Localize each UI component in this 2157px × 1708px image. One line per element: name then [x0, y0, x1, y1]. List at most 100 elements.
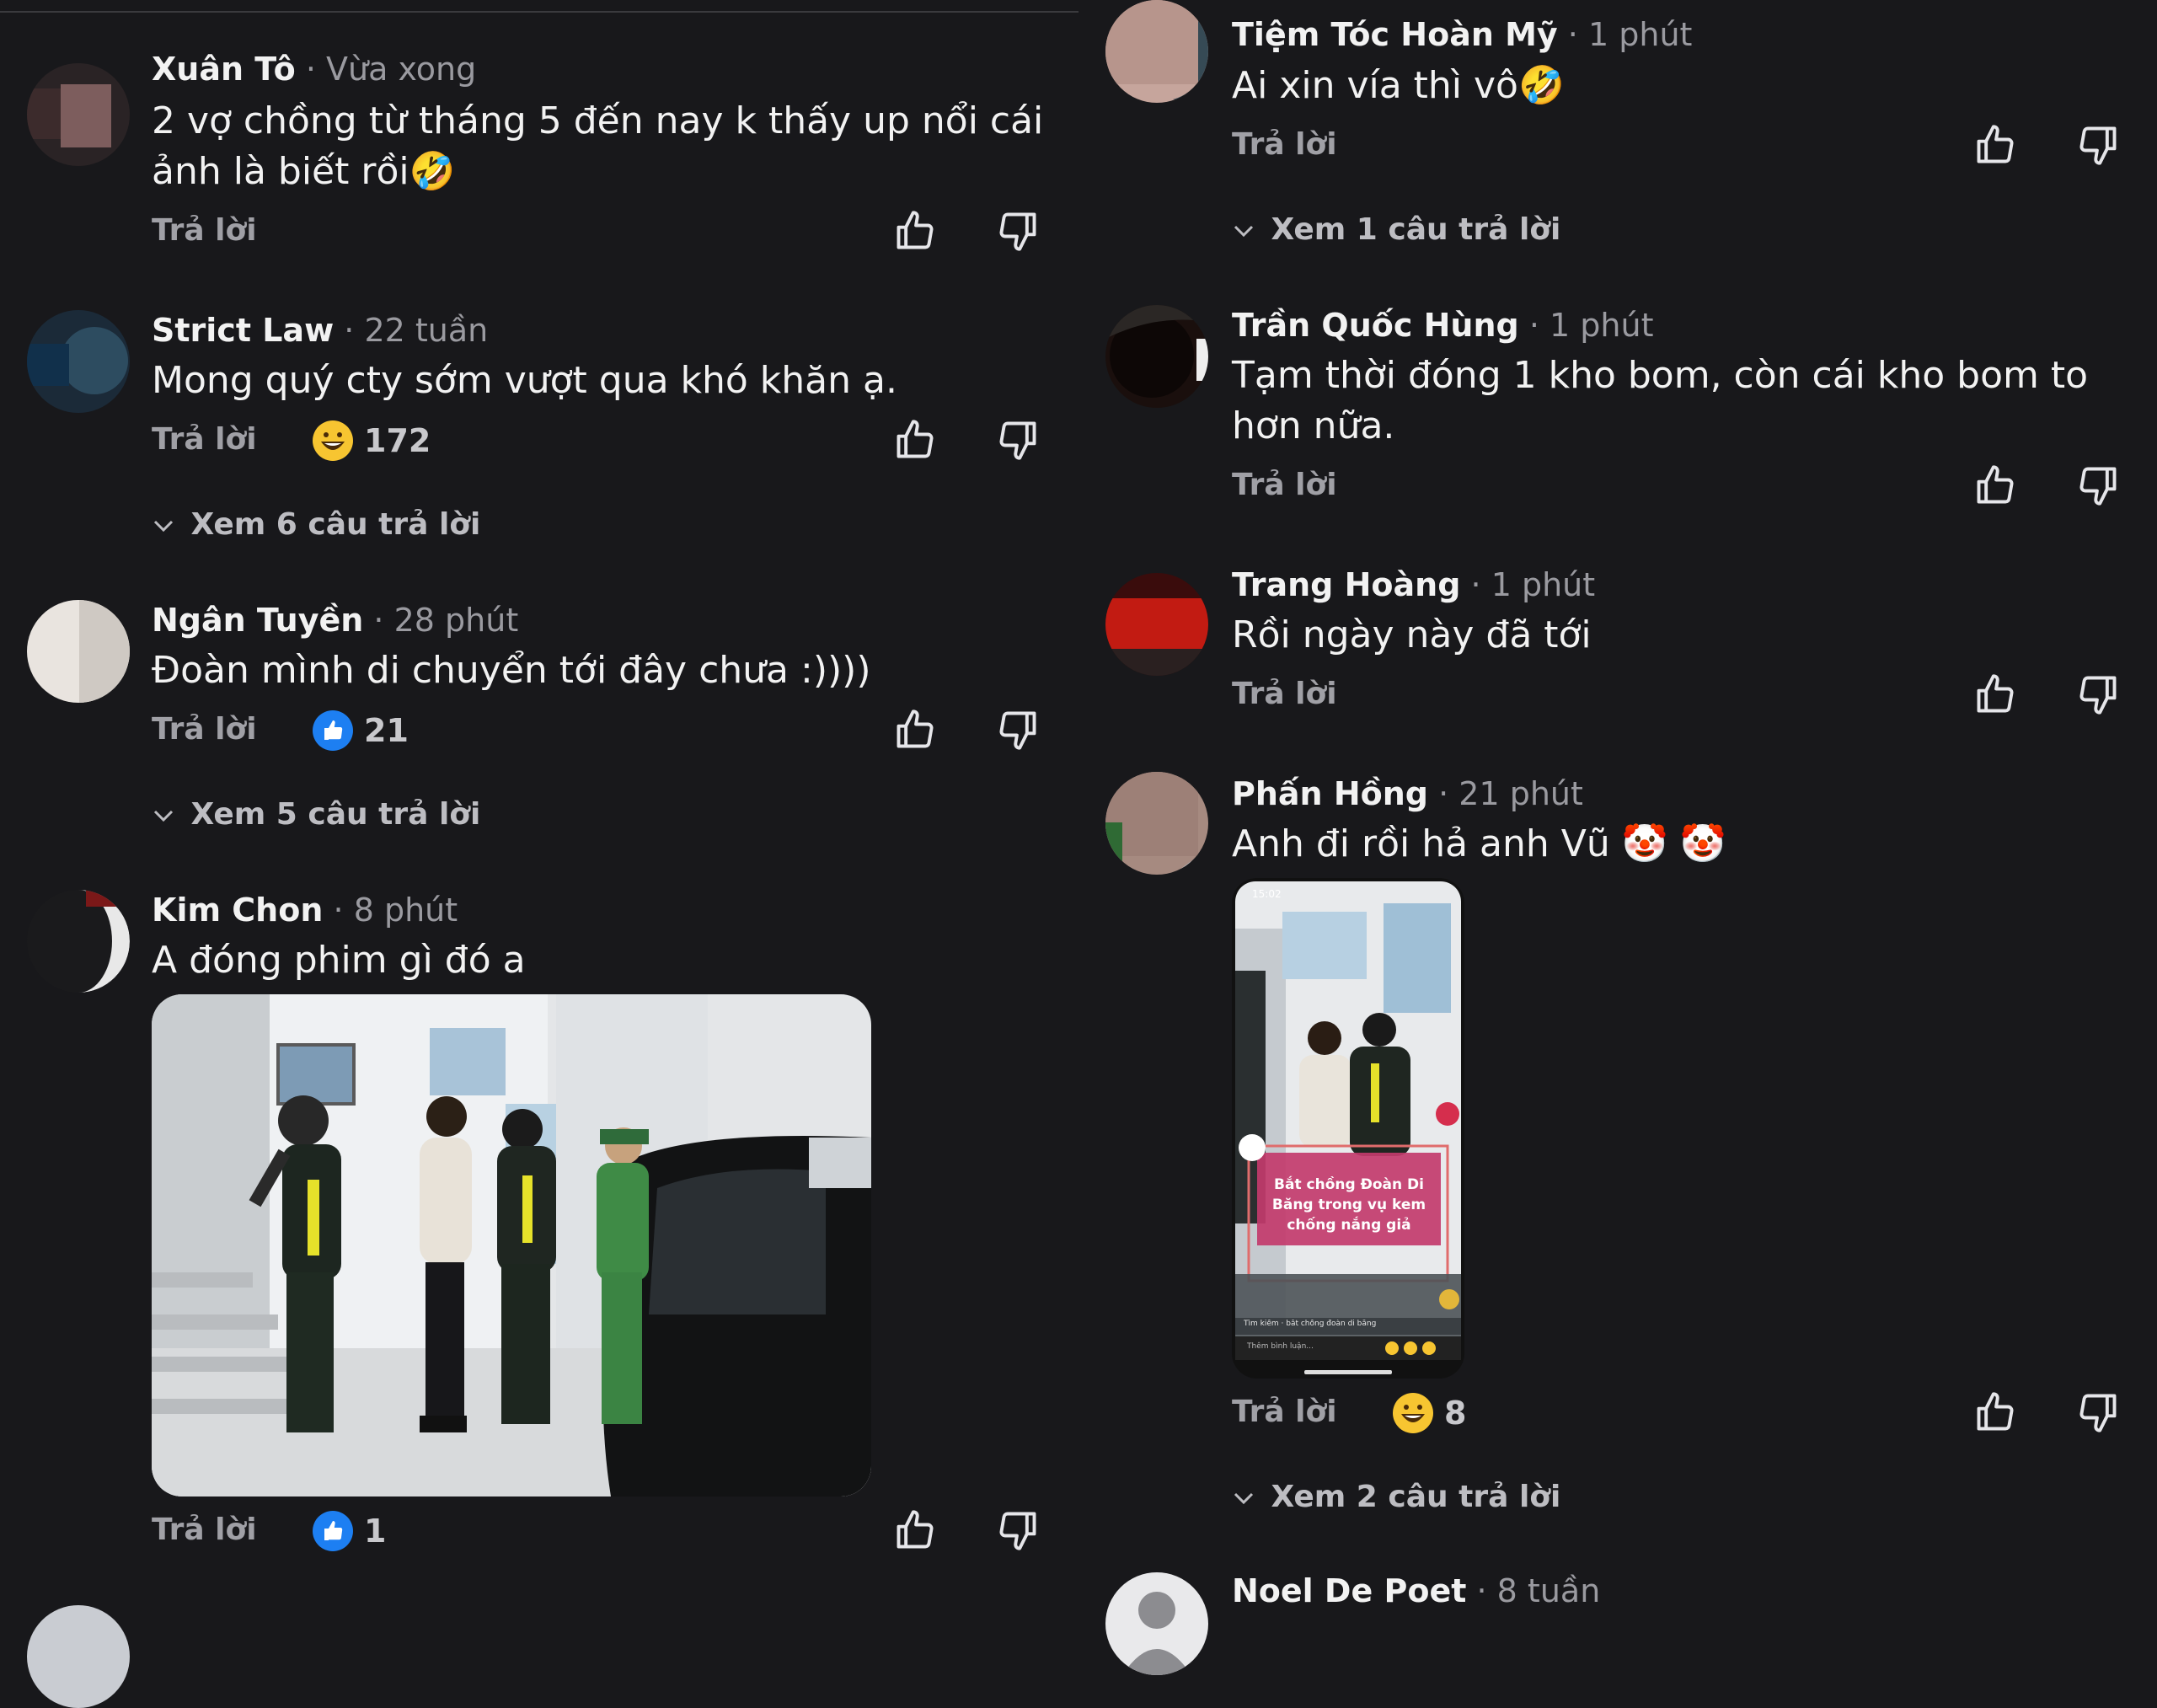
comment-actions: Trả lời 21 [152, 704, 1078, 755]
reply-button[interactable]: Trả lời [1232, 1387, 1337, 1438]
timestamp: 8 tuần [1496, 1572, 1601, 1609]
comment-actions: Trả lời 8 [1232, 1387, 2157, 1438]
comment-header: Noel De Poet · 8 tuần [1232, 1571, 1600, 1611]
avatar[interactable] [27, 890, 130, 993]
thumbs-up-icon[interactable] [1973, 1390, 2017, 1434]
thumbs-up-icon[interactable] [1973, 123, 2017, 167]
avatar[interactable] [1105, 305, 1208, 408]
view-replies-button[interactable]: Xem 5 câu trả lời [152, 794, 480, 836]
thumbs-up-icon[interactable] [893, 418, 937, 462]
thumbs-down-icon[interactable] [2076, 123, 2120, 167]
comment-header: Tiệm Tóc Hoàn Mỹ · 1 phút [1232, 14, 1692, 55]
separator-dot: · [333, 891, 344, 929]
avatar[interactable] [1105, 0, 1208, 103]
comment-actions: Trả lời [1232, 669, 2157, 720]
avatar[interactable] [27, 63, 130, 166]
author-name[interactable]: Ngân Tuyền [152, 602, 363, 639]
haha-emoji-icon [1393, 1393, 1433, 1433]
reply-button[interactable]: Trả lời [1232, 460, 1337, 511]
view-replies-button[interactable]: Xem 2 câu trả lời [1232, 1476, 1560, 1518]
avatar[interactable] [27, 1605, 130, 1708]
comment-text: Đoàn mình di chuyển tới đây chưa :)))) [152, 649, 871, 692]
author-name[interactable]: Noel De Poet [1232, 1572, 1466, 1609]
comment-text: A đóng phim gì đó a [152, 939, 526, 982]
thumbs-up-icon[interactable] [1973, 463, 2017, 507]
reply-button[interactable]: Trả lời [152, 415, 257, 465]
reaction-summary[interactable]: 172 [312, 420, 431, 462]
author-name[interactable]: Kim Chon [152, 891, 323, 929]
comment-header: Xuân Tô · Vừa xong [152, 49, 476, 89]
thumbs-up-icon[interactable] [893, 708, 937, 752]
screenshot-comment-placeholder: Thêm bình luận... [1247, 1342, 1314, 1351]
reaction-summary[interactable]: 1 [312, 1510, 386, 1552]
comment-actions: Trả lời 172 [152, 415, 1078, 465]
author-name[interactable]: Xuân Tô [152, 51, 296, 88]
comment-text: Mong quý cty sớm vượt qua khó khăn ạ. [152, 359, 897, 402]
thumbs-down-icon[interactable] [2076, 1390, 2120, 1434]
reaction-count: 1 [364, 1513, 387, 1550]
thumbs-down-icon[interactable] [996, 209, 1040, 253]
avatar[interactable] [1105, 573, 1208, 676]
author-name[interactable]: Strict Law [152, 312, 334, 349]
separator-dot: · [373, 602, 384, 639]
chevron-down-icon [1232, 1476, 1260, 1518]
like-emoji-icon [313, 1511, 353, 1551]
thumbs-up-icon[interactable] [893, 209, 937, 253]
timestamp: 1 phút [1587, 16, 1693, 53]
timestamp: 21 phút [1459, 775, 1583, 812]
author-name[interactable]: Trang Hoàng [1232, 566, 1460, 603]
separator-dot: · [1438, 775, 1449, 812]
comment-text: Ai xin vía thì vô🤣 [1232, 64, 1565, 107]
thumbs-down-icon[interactable] [2076, 463, 2120, 507]
reply-button[interactable]: Trả lời [152, 206, 257, 256]
timestamp: 1 phút [1550, 307, 1654, 344]
reply-button[interactable]: Trả lời [152, 704, 257, 755]
reaction-count: 172 [364, 422, 431, 459]
comments-column-left: Xuân Tô · Vừa xong 2 vợ chồng từ tháng 5… [0, 0, 1078, 1708]
like-emoji-icon [313, 710, 353, 751]
reaction-count: 8 [1444, 1395, 1467, 1432]
comment-header: Ngân Tuyền · 28 phút [152, 600, 518, 640]
avatar[interactable] [1105, 1572, 1208, 1675]
avatar[interactable] [27, 310, 130, 413]
comment-actions: Trả lời [152, 206, 1078, 256]
reply-button[interactable]: Trả lời [1232, 120, 1337, 170]
separator-dot: · [1567, 16, 1578, 53]
comment-actions: Trả lời [1232, 120, 2157, 170]
comment-header: Trần Quốc Hùng · 1 phút [1232, 305, 1653, 345]
chevron-down-icon [152, 504, 180, 546]
reaction-summary[interactable]: 8 [1392, 1392, 1466, 1434]
screenshot-search-text: Tìm kiếm · bắt chồng đoàn di băng [1244, 1320, 1377, 1328]
view-replies-button[interactable]: Xem 6 câu trả lời [152, 504, 480, 546]
thumbs-down-icon[interactable] [2076, 672, 2120, 716]
thumbs-down-icon[interactable] [996, 418, 1040, 462]
reaction-summary[interactable]: 21 [312, 709, 409, 752]
thumbs-down-icon[interactable] [996, 708, 1040, 752]
thumbs-up-icon[interactable] [1973, 672, 2017, 716]
separator-dot: · [1476, 1572, 1487, 1609]
view-replies-button[interactable]: Xem 1 câu trả lời [1232, 209, 1560, 251]
reply-button[interactable]: Trả lời [152, 1505, 257, 1555]
separator-dot: · [1528, 307, 1539, 344]
author-name[interactable]: Tiệm Tóc Hoàn Mỹ [1232, 16, 1558, 53]
timestamp: 28 phút [393, 602, 519, 639]
avatar[interactable] [1105, 772, 1208, 875]
reaction-count: 21 [364, 712, 409, 749]
screenshot-status-time: 15:02 [1252, 888, 1282, 900]
view-replies-label: Xem 5 câu trả lời [190, 797, 481, 832]
comment-photo[interactable]: 15:02 Bắt chồng Đoàn Di Băng trong vụ ke… [1232, 878, 1464, 1379]
comment-actions: Trả lời [1232, 460, 2157, 511]
thumbs-up-icon[interactable] [893, 1508, 937, 1552]
comment-text: 2 vợ chồng từ tháng 5 đến nay k thấy up … [152, 99, 1044, 193]
divider [0, 11, 1078, 13]
author-name[interactable]: Phấn Hồng [1232, 775, 1428, 812]
reply-button[interactable]: Trả lời [1232, 669, 1337, 720]
separator-dot: · [305, 51, 316, 88]
comment-text: Anh đi rồi hả anh Vũ 🤡 🤡 [1232, 822, 1726, 865]
comment-photo[interactable] [152, 994, 871, 1497]
avatar[interactable] [27, 600, 130, 703]
thumbs-down-icon[interactable] [996, 1508, 1040, 1552]
comment-header: Trang Hoàng · 1 phút [1232, 565, 1595, 605]
view-replies-label: Xem 1 câu trả lời [1271, 212, 1561, 247]
author-name[interactable]: Trần Quốc Hùng [1232, 307, 1519, 344]
